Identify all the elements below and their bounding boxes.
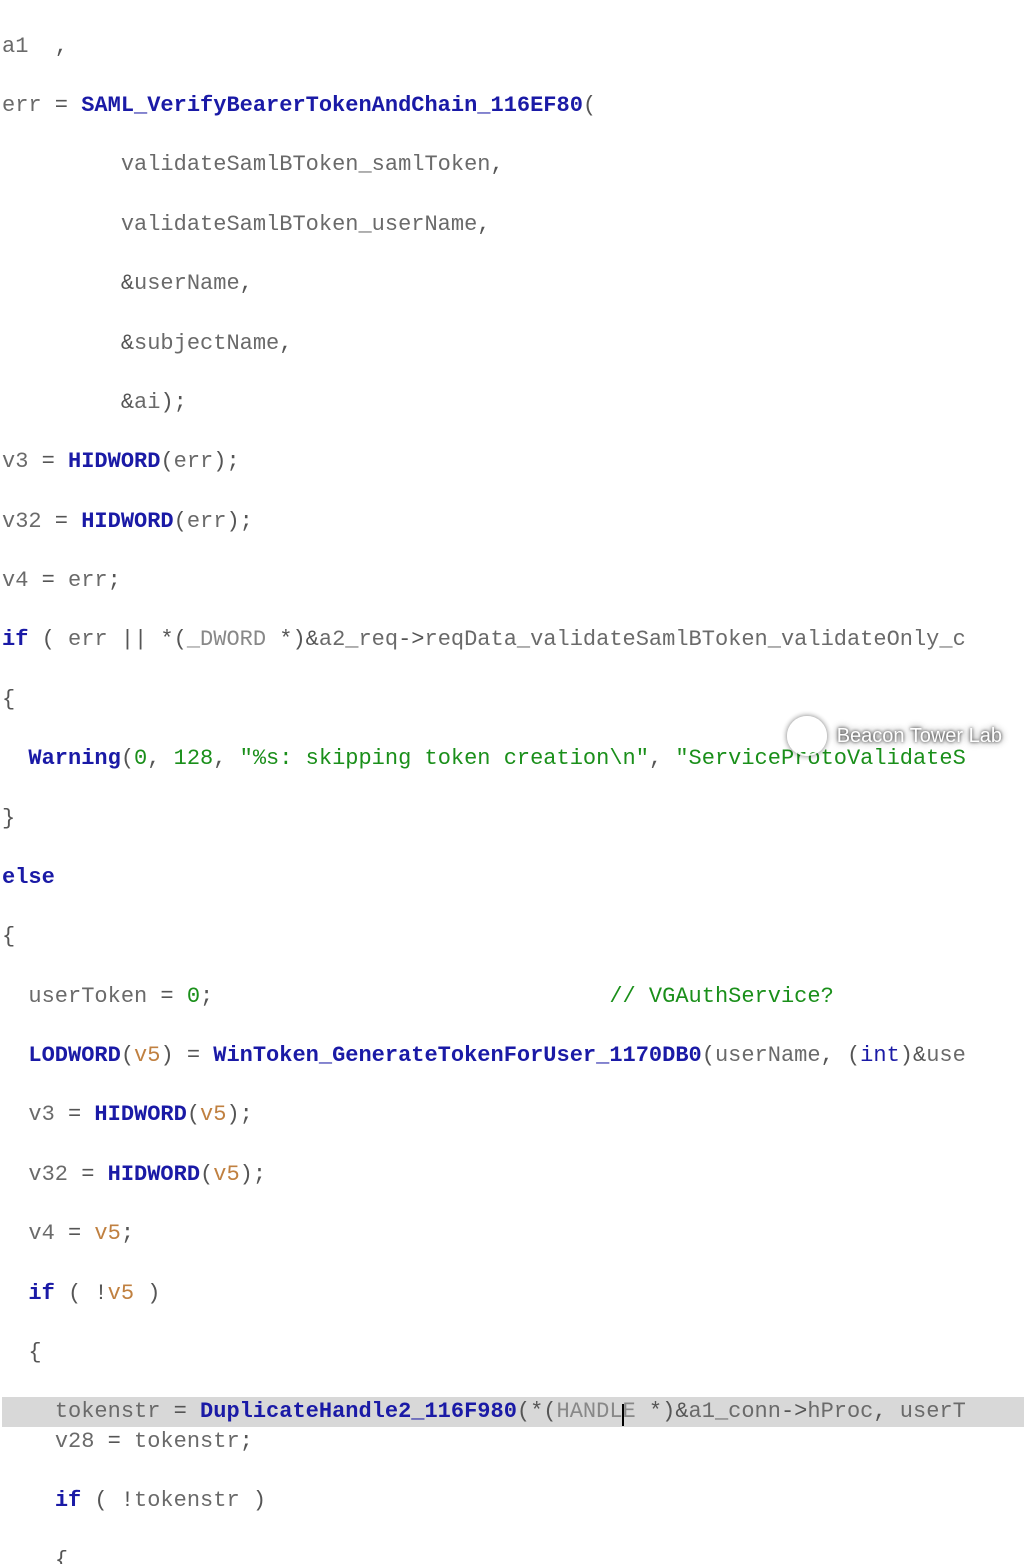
var-tokenstr: tokenstr: [55, 1399, 161, 1424]
code-line: v32 = HIDWORD(v5);: [2, 1160, 1024, 1190]
fn-duplicatehandle: DuplicateHandle2_116F980: [200, 1399, 517, 1424]
code-line: v28 = tokenstr;: [2, 1427, 1024, 1457]
code-line: validateSamlBToken_userName,: [2, 210, 1024, 240]
type-int: int: [860, 1043, 900, 1068]
watermark-text: Beacon Tower Lab: [837, 723, 1002, 750]
watermark: Beacon Tower Lab: [787, 716, 1002, 756]
code-line: if ( err || *(_DWORD *)&a2_req->reqData_…: [2, 625, 1024, 655]
code-line: &subjectName,: [2, 329, 1024, 359]
type-dword: _DWORD: [187, 627, 266, 652]
code-line-highlighted: tokenstr = DuplicateHandle2_116F980(*(HA…: [2, 1397, 1024, 1427]
code-line: {: [2, 922, 1024, 952]
var-usertoken: userToken: [28, 984, 147, 1009]
code-line: if ( !tokenstr ): [2, 1486, 1024, 1516]
var-a2req: a2_req: [319, 627, 398, 652]
var-a1conn: a1_conn: [689, 1399, 781, 1424]
code-line: if ( !v5 ): [2, 1279, 1024, 1309]
var-a1: a1: [2, 34, 28, 59]
code-line: validateSamlBToken_samlToken,: [2, 150, 1024, 180]
comment-vgauth: // VGAuthService?: [609, 984, 833, 1009]
code-line: &ai);: [2, 388, 1024, 418]
code-line: {: [2, 685, 1024, 715]
code-line: a1 ,: [2, 32, 1024, 62]
arg-ai: ai: [134, 390, 160, 415]
code-line: err = SAML_VerifyBearerTokenAndChain_116…: [2, 91, 1024, 121]
var-v5: v5: [134, 1043, 160, 1068]
arg-username-ref: userName: [134, 271, 240, 296]
var-v4: v4: [2, 568, 28, 593]
code-line: v3 = HIDWORD(err);: [2, 447, 1024, 477]
fn-hidword: HIDWORD: [68, 449, 160, 474]
code-line: {: [2, 1338, 1024, 1368]
watermark-logo-icon: [787, 716, 827, 756]
code-line: {: [2, 1546, 1024, 1564]
code-line: v3 = HIDWORD(v5);: [2, 1100, 1024, 1130]
fn-hidword: HIDWORD: [81, 509, 173, 534]
var-v32: v32: [2, 509, 42, 534]
code-line: v4 = err;: [2, 566, 1024, 596]
code-line: LODWORD(v5) = WinToken_GenerateTokenForU…: [2, 1041, 1024, 1071]
str-skipping: "%s: skipping token creation\n": [240, 746, 649, 771]
fn-warning: Warning: [28, 746, 120, 771]
arg-samltoken: validateSamlBToken_samlToken: [121, 152, 491, 177]
fn-wintoken: WinToken_GenerateTokenForUser_1170DB0: [213, 1043, 701, 1068]
code-line: &userName,: [2, 269, 1024, 299]
code-line: userToken = 0; // VGAuthService?: [2, 982, 1024, 1012]
mem-hproc: hProc: [807, 1399, 873, 1424]
code-line: v32 = HIDWORD(err);: [2, 507, 1024, 537]
var-v28: v28: [55, 1429, 95, 1454]
code-line: else: [2, 863, 1024, 893]
text-cursor: [622, 1404, 624, 1426]
code-line: v4 = v5;: [2, 1219, 1024, 1249]
var-err: err: [2, 93, 42, 118]
mem-validateonly: reqData_validateSamlBToken_validateOnly_…: [425, 627, 966, 652]
kw-else: else: [2, 865, 55, 890]
fn-lodword: LODWORD: [28, 1043, 120, 1068]
type-handle: HANDL: [557, 1399, 623, 1424]
code-block: a1 , err = SAML_VerifyBearerTokenAndChai…: [0, 0, 1024, 1564]
arg-subjectname: subjectName: [134, 331, 279, 356]
var-v3: v3: [2, 449, 28, 474]
code-line: }: [2, 804, 1024, 834]
kw-if: if: [2, 627, 28, 652]
fn-saml-verify: SAML_VerifyBearerTokenAndChain_116EF80: [81, 93, 583, 118]
arg-username: validateSamlBToken_userName: [121, 212, 477, 237]
